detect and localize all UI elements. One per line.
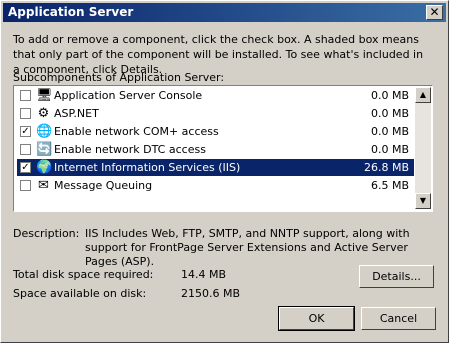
title-bar[interactable]: Application Server ✕ <box>3 3 446 22</box>
scroll-down-icon: ▼ <box>419 196 427 205</box>
component-label: ASP.NET <box>54 107 99 120</box>
component-row[interactable]: 🔄 Enable network DTC access 0.0 MB <box>17 141 414 158</box>
component-checkbox[interactable]: ✓ <box>20 162 31 173</box>
component-label: Enable network DTC access <box>54 143 206 156</box>
scroll-down-button[interactable]: ▼ <box>415 193 431 209</box>
dialog-window: Application Server ✕ To add or remove a … <box>0 0 449 343</box>
network-icon: 🌐 <box>36 124 53 139</box>
scroll-up-button[interactable]: ▲ <box>415 87 431 103</box>
iis-icon: 🌍 <box>36 160 53 175</box>
component-label: Internet Information Services (IIS) <box>54 161 241 174</box>
component-checkbox[interactable] <box>20 144 31 155</box>
disk-required-value: 14.4 MB <box>181 268 227 281</box>
component-label: Enable network COM+ access <box>54 125 219 138</box>
component-row[interactable]: ⚙ ASP.NET 0.0 MB <box>17 105 414 122</box>
list-scrollbar[interactable]: ▲ ▼ <box>415 87 431 209</box>
component-size: 0.0 MB <box>370 143 409 156</box>
component-row[interactable]: 🖥 Application Server Console 0.0 MB <box>17 87 414 104</box>
component-size: 26.8 MB <box>363 161 409 174</box>
component-size: 6.5 MB <box>370 179 409 192</box>
network-dtc-icon: 🔄 <box>36 142 53 157</box>
component-label: Message Queuing <box>54 179 153 192</box>
description-text: IIS Includes Web, FTP, SMTP, and NNTP su… <box>85 227 410 268</box>
component-checkbox[interactable] <box>20 180 31 191</box>
cancel-button[interactable]: Cancel <box>361 307 436 330</box>
envelope-icon: ✉ <box>38 178 49 193</box>
component-size: 0.0 MB <box>370 89 409 102</box>
component-label: Application Server Console <box>54 89 203 102</box>
details-button[interactable]: Details... <box>359 265 434 288</box>
disk-available-value: 2150.6 MB <box>181 287 241 300</box>
close-icon: ✕ <box>429 5 440 19</box>
components-list-items: 🖥 Application Server Console 0.0 MB ⚙ ASP.NE… <box>15 87 414 209</box>
ok-button[interactable]: OK <box>278 306 355 331</box>
component-row[interactable]: ✓ 🌍 Internet Information Services (IIS) 26.… <box>17 159 414 176</box>
scroll-up-icon: ▲ <box>419 90 427 99</box>
component-size: 0.0 MB <box>370 125 409 138</box>
component-row[interactable]: ✉ Message Queuing 6.5 MB <box>17 177 414 194</box>
component-row[interactable]: ✓ 🌐 Enable network COM+ access 0.0 MB <box>17 123 414 140</box>
disk-available-label: Space available on disk: <box>13 287 147 300</box>
gear-icon: ⚙ <box>37 106 50 121</box>
console-icon: 🖥 <box>36 88 53 103</box>
close-button[interactable]: ✕ <box>426 5 443 20</box>
component-checkbox[interactable] <box>20 108 31 119</box>
component-checkbox[interactable]: ✓ <box>20 126 31 137</box>
components-list[interactable]: 🖥 Application Server Console 0.0 MB ⚙ ASP.NE… <box>13 85 433 212</box>
subcomponents-label: Subcomponents of Application Server: <box>13 71 225 84</box>
component-size: 0.0 MB <box>370 107 409 120</box>
component-checkbox[interactable] <box>20 90 31 101</box>
window-title: Application Server <box>8 5 134 19</box>
description-label: Description: <box>13 227 80 240</box>
disk-required-label: Total disk space required: <box>13 268 154 281</box>
